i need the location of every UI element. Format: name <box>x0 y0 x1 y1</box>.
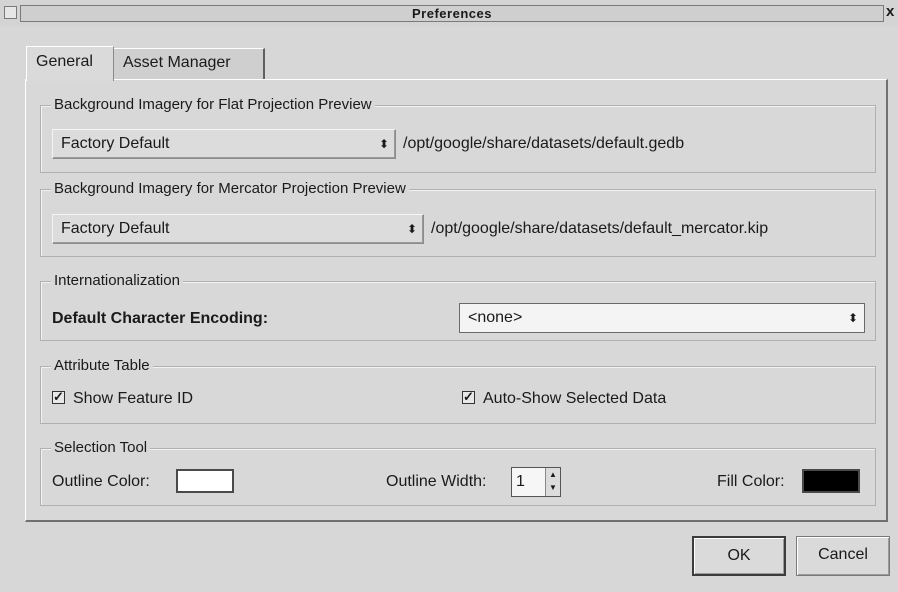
flat-projection-path: /opt/google/share/datasets/default.gedb <box>403 135 685 152</box>
mercator-projection-path: /opt/google/share/datasets/default_merca… <box>431 220 769 237</box>
outline-color-swatch[interactable] <box>176 469 234 493</box>
cancel-button[interactable]: Cancel <box>796 536 890 576</box>
outline-width-spinner[interactable]: 1 ▲ ▼ <box>511 467 561 497</box>
ok-button[interactable]: OK <box>692 536 786 576</box>
fill-color-label: Fill Color: <box>717 473 785 490</box>
outline-width-value: 1 <box>516 473 525 490</box>
mercator-projection-select-value: Factory Default <box>61 220 170 237</box>
flat-projection-title: Background Imagery for Flat Projection P… <box>51 96 375 114</box>
title-bar: Preferences x <box>0 0 898 26</box>
spinner-arrows-icon[interactable]: ▲ ▼ <box>545 468 560 496</box>
outline-color-label: Outline Color: <box>52 473 150 490</box>
tab-asset-manager[interactable]: Asset Manager <box>114 48 265 80</box>
updown-arrow-icon: ⬍ <box>378 137 389 151</box>
encoding-select-value: <none> <box>468 309 523 326</box>
outline-width-label: Outline Width: <box>386 473 487 490</box>
mercator-projection-title: Background Imagery for Mercator Projecti… <box>51 180 409 198</box>
attribute-table-title: Attribute Table <box>51 357 153 375</box>
show-feature-id-label: Show Feature ID <box>73 390 194 407</box>
tab-general[interactable]: General <box>26 46 114 81</box>
window-title: Preferences <box>412 6 492 21</box>
auto-show-selected-label: Auto-Show Selected Data <box>483 390 667 407</box>
selection-tool-title: Selection Tool <box>51 439 151 457</box>
checkbox-checked-icon <box>52 387 65 407</box>
mercator-projection-select[interactable]: Factory Default ⬍ <box>52 214 424 244</box>
window-menu-icon[interactable] <box>4 6 17 19</box>
fill-color-swatch[interactable] <box>802 469 860 493</box>
preferences-dialog: Preferences x General Asset Manager Back… <box>0 0 898 592</box>
encoding-select[interactable]: <none> ⬍ <box>459 303 865 333</box>
internationalization-title: Internationalization <box>51 272 183 290</box>
flat-projection-select-value: Factory Default <box>61 135 170 152</box>
updown-arrow-icon: ⬍ <box>406 222 417 236</box>
flat-projection-select[interactable]: Factory Default ⬍ <box>52 129 396 159</box>
auto-show-selected-checkbox[interactable]: Auto-Show Selected Data <box>462 387 667 409</box>
updown-arrow-icon: ⬍ <box>847 311 858 325</box>
checkbox-checked-icon <box>462 387 475 407</box>
show-feature-id-checkbox[interactable]: Show Feature ID <box>52 387 194 409</box>
close-icon[interactable]: x <box>886 3 894 21</box>
title-frame[interactable]: Preferences <box>20 5 884 22</box>
encoding-label: Default Character Encoding: <box>52 310 269 327</box>
